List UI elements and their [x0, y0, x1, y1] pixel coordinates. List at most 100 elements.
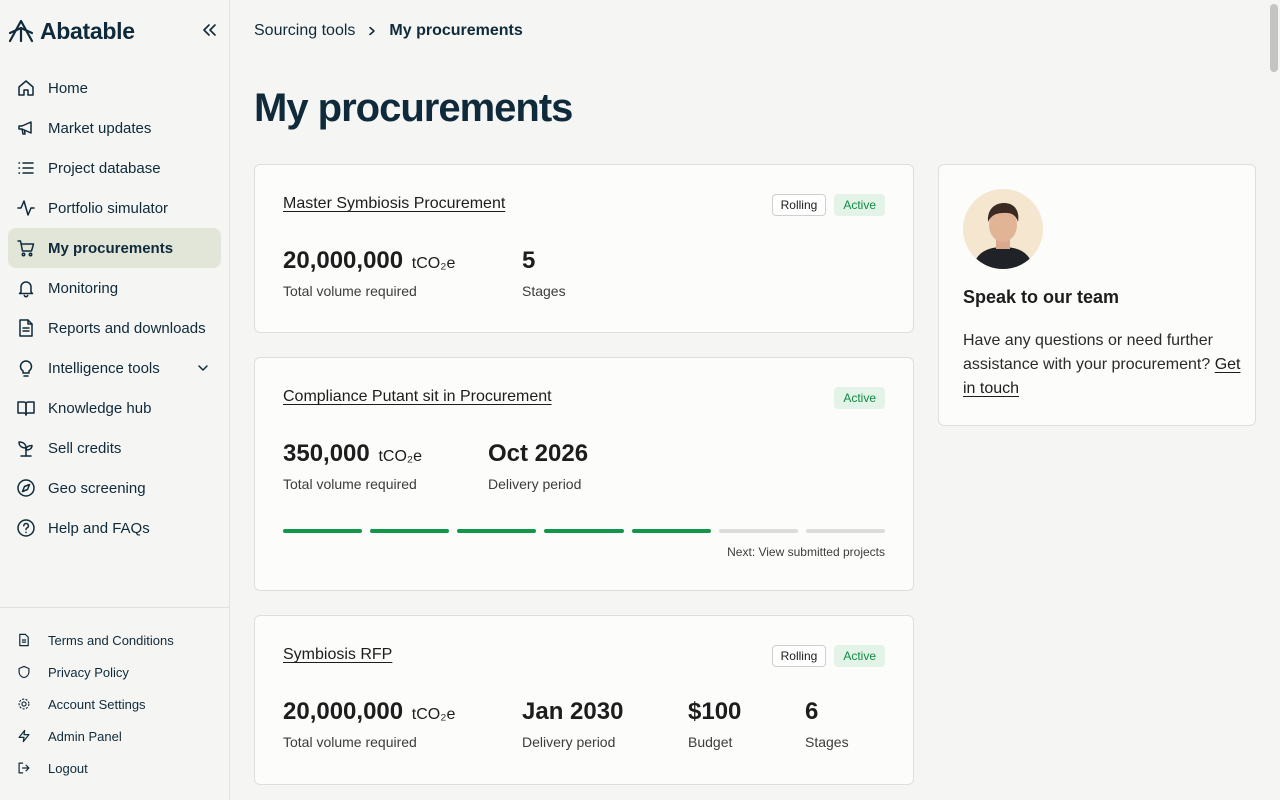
- footer-nav: Terms and Conditions Privacy Policy Acco…: [8, 624, 221, 784]
- progress-segment: [805, 529, 885, 533]
- sidebar-item-my-procurements[interactable]: My procurements: [8, 228, 221, 268]
- metric-delivery-period: Oct 2026 Delivery period: [488, 440, 588, 492]
- metric-value: Oct 2026: [488, 440, 589, 467]
- metric-value: 20,000,000: [283, 698, 404, 725]
- book-icon: [16, 398, 36, 418]
- breadcrumb-parent-link[interactable]: Sourcing tools: [254, 22, 355, 40]
- status-badges: Rolling Active: [771, 194, 885, 216]
- list-icon: [16, 158, 36, 178]
- sidebar-item-label: Project database: [48, 159, 161, 177]
- brand-logo[interactable]: Abatable: [8, 16, 222, 46]
- rolling-badge: Rolling: [771, 645, 827, 667]
- metric-total-volume: 350,000 tCO₂e Total volume required: [283, 440, 422, 492]
- progress-segment: [631, 529, 711, 533]
- cart-icon: [16, 238, 36, 258]
- metric-total-volume: 20,000,000 tCO₂e Total volume required: [283, 247, 455, 299]
- sidebar-item-label: My procurements: [48, 239, 174, 257]
- sidebar-item-label: Help and FAQs: [48, 519, 150, 537]
- footer-item-label: Logout: [48, 760, 88, 776]
- footer-item-logout[interactable]: Logout: [8, 752, 221, 784]
- metric-delivery-period: Jan 2030 Delivery period: [522, 698, 623, 750]
- sidebar-item-label: Home: [48, 79, 89, 97]
- sidebar-item-home[interactable]: Home: [8, 68, 221, 108]
- footer-item-label: Account Settings: [48, 696, 146, 712]
- chevrons-left-icon: [203, 24, 216, 36]
- active-badge: Active: [834, 194, 885, 216]
- footer-item-privacy[interactable]: Privacy Policy: [8, 656, 221, 688]
- metric-caption: Total volume required: [283, 476, 417, 492]
- metric-value: 6: [805, 698, 819, 725]
- avatar: [963, 189, 1043, 269]
- breadcrumb: Sourcing tools My procurements: [254, 20, 523, 42]
- sidebar-item-reports[interactable]: Reports and downloads: [8, 308, 221, 348]
- metric-stages: 6 Stages: [805, 698, 849, 750]
- compass-icon: [16, 478, 36, 498]
- metric-caption: Total volume required: [283, 283, 417, 299]
- sidebar-item-label: Reports and downloads: [48, 319, 206, 337]
- metric-unit: tCO₂e: [411, 255, 456, 272]
- metric-value: 5: [522, 247, 536, 274]
- sidebar-item-monitoring[interactable]: Monitoring: [8, 268, 221, 308]
- metric-caption: Delivery period: [522, 734, 616, 750]
- sidebar-item-help[interactable]: Help and FAQs: [8, 508, 221, 548]
- document-icon: [16, 632, 32, 648]
- sidebar-item-geo-screening[interactable]: Geo screening: [8, 468, 221, 508]
- contact-team-card: Speak to our team Have any questions or …: [938, 164, 1256, 426]
- sidebar: Abatable Home Market updates Project dat…: [0, 0, 230, 800]
- procurement-title-link[interactable]: Master Symbiosis Procurement: [283, 195, 505, 213]
- metric-budget: $100 Budget: [688, 698, 741, 750]
- sidebar-item-label: Sell credits: [48, 439, 122, 457]
- lightning-icon: [16, 728, 32, 744]
- metric-value: Jan 2030: [522, 698, 624, 725]
- metric-caption: Total volume required: [283, 734, 417, 750]
- progress-segment: [283, 529, 363, 533]
- footer-item-terms[interactable]: Terms and Conditions: [8, 624, 221, 656]
- sidebar-item-sell-credits[interactable]: Sell credits: [8, 428, 221, 468]
- procurement-card: Master Symbiosis Procurement Rolling Act…: [254, 164, 914, 333]
- megaphone-icon: [16, 118, 36, 138]
- procurement-card: Compliance Putant sit in Procurement Act…: [254, 357, 914, 591]
- team-card-title: Speak to our team: [963, 287, 1120, 307]
- footer-item-account-settings[interactable]: Account Settings: [8, 688, 221, 720]
- sidebar-item-label: Market updates: [48, 119, 152, 137]
- chevron-right-icon: [367, 26, 377, 36]
- scrollbar-thumb[interactable]: [1270, 4, 1278, 72]
- next-step-label: Next: View submitted projects: [727, 545, 885, 559]
- sidebar-item-market-updates[interactable]: Market updates: [8, 108, 221, 148]
- footer-item-label: Admin Panel: [48, 728, 122, 744]
- collapse-sidebar-button[interactable]: [198, 19, 220, 41]
- metric-total-volume: 20,000,000 tCO₂e Total volume required: [283, 698, 455, 750]
- logout-icon: [16, 760, 32, 776]
- sidebar-item-label: Geo screening: [48, 479, 146, 497]
- active-badge: Active: [834, 645, 885, 667]
- sidebar-item-label: Knowledge hub: [48, 399, 152, 417]
- sidebar-item-label: Portfolio simulator: [48, 199, 169, 217]
- procurement-title-link[interactable]: Compliance Putant sit in Procurement: [283, 388, 552, 406]
- bell-icon: [16, 278, 36, 298]
- metric-unit: tCO₂e: [411, 706, 456, 723]
- footer-item-admin-panel[interactable]: Admin Panel: [8, 720, 221, 752]
- sidebar-item-label: Monitoring: [48, 279, 119, 297]
- shield-icon: [16, 664, 32, 680]
- metric-stages: 5 Stages: [522, 247, 566, 299]
- sidebar-item-portfolio-simulator[interactable]: Portfolio simulator: [8, 188, 221, 228]
- status-badges: Rolling Active: [771, 645, 885, 667]
- page-title: My procurements: [254, 86, 573, 130]
- sidebar-item-project-database[interactable]: Project database: [8, 148, 221, 188]
- metric-value: 350,000: [283, 440, 370, 467]
- procurement-title-link[interactable]: Symbiosis RFP: [283, 646, 392, 664]
- footer-item-label: Terms and Conditions: [48, 632, 174, 648]
- progress-segment: [370, 529, 450, 533]
- help-icon: [16, 518, 36, 538]
- sidebar-item-knowledge-hub[interactable]: Knowledge hub: [8, 388, 221, 428]
- metric-caption: Delivery period: [488, 476, 582, 492]
- chevron-down-icon[interactable]: [195, 360, 211, 376]
- document-icon: [16, 318, 36, 338]
- team-card-description: Have any questions or need further assis…: [963, 332, 1213, 373]
- abatable-logo-icon: [8, 18, 34, 44]
- progress-segment: [544, 529, 624, 533]
- sidebar-item-intelligence-tools[interactable]: Intelligence tools: [8, 348, 221, 388]
- home-icon: [16, 78, 36, 98]
- metric-value: 20,000,000: [283, 247, 404, 274]
- rolling-badge: Rolling: [771, 194, 827, 216]
